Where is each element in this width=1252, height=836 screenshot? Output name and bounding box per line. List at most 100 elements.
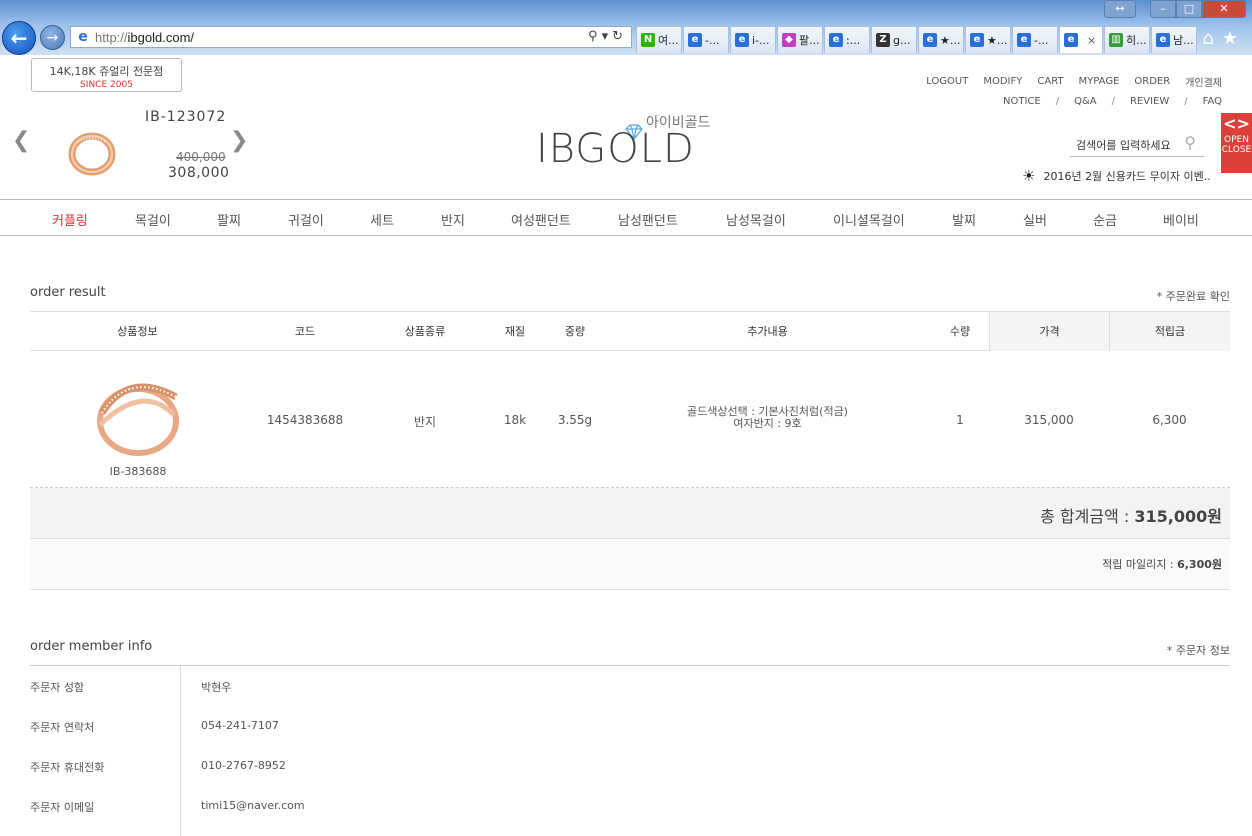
top-menu-link[interactable]: MODIFY [983,76,1022,87]
chevron-left-icon[interactable]: ❮ [12,128,30,153]
top-menu-row-2: NOTICE / Q&A / REVIEW / FAQ [911,91,1222,111]
nav-item[interactable]: 팔찌 [217,210,241,229]
top-menu-link[interactable]: Q&A [1074,96,1097,107]
col-code: 코드 [294,325,316,338]
top-menu-row-1: LOGOUT MODIFY CART MYPAGE ORDER 개인결제 [911,71,1222,91]
nav-item[interactable]: 베이비 [1163,210,1199,229]
top-menu-link[interactable]: ORDER [1134,76,1170,87]
nav-item[interactable]: 남성팬던트 [618,210,678,229]
nav-item[interactable]: 여성팬던트 [511,210,571,229]
ie-page-icon: e [735,33,749,47]
browser-tab[interactable]: ▥ 히... [1104,26,1150,53]
top-menu-link[interactable]: FAQ [1203,96,1222,107]
close-tab-icon[interactable]: × [1087,34,1096,47]
member-row: 주문자 휴대전화 010-2767-8952 [30,746,1230,786]
search-box[interactable]: 검색어를 입력하세요 ⚲ [1070,133,1204,157]
url-protocol: http:// [95,29,128,45]
member-row: 주문자 성함 박현우 [30,666,1230,706]
col-type: 상품종류 [404,325,446,338]
search-input[interactable]: 검색어를 입력하세요 [1070,137,1171,153]
nav-item[interactable]: 실버 [1023,210,1047,229]
notice-ticker[interactable]: ☀ 2016년 2월 신용카드 무이자 이벤.. [1022,167,1211,185]
url-text[interactable]: http://ibgold.com/ [95,30,194,45]
top-menu-link[interactable]: MYPAGE [1079,76,1120,87]
browser-tab-label: -... [705,33,720,47]
top-menu-link[interactable]: 개인결제 [1185,74,1222,89]
member-info-title: order member info [30,639,153,654]
minimize-button[interactable]: – [1150,0,1176,18]
site-logo[interactable]: 아이비골드 IBGOLD [536,112,716,172]
item-price: 315,000 [1024,413,1074,427]
browser-tab[interactable]: e -... [683,26,729,53]
close-button[interactable]: ✕ [1202,0,1246,18]
product-ring-image[interactable] [88,363,188,463]
favorites-star-icon[interactable]: ★ [1222,28,1246,49]
top-menu-link[interactable]: LOGOUT [926,76,968,87]
item-material: 18k [503,413,527,427]
member-label: 주문자 이메일 [30,801,95,814]
promo-ring-image[interactable] [64,120,120,180]
col-material: 재질 [504,325,526,338]
nav-item[interactable]: 반지 [441,210,465,229]
col-product-info: 상품정보 [117,325,158,338]
promo-code[interactable]: IB-123072 [145,109,226,125]
nav-item[interactable]: 발찌 [952,210,976,229]
nav-item[interactable]: 목걸이 [135,210,171,229]
search-icon[interactable]: ⚲ [1184,133,1196,152]
nav-item[interactable]: 세트 [370,210,394,229]
side-tab-close: CLOSE [1221,145,1252,155]
top-menu-link[interactable]: REVIEW [1130,96,1169,107]
browser-tab[interactable]: e ★... [918,26,964,53]
refresh-icon[interactable]: ↻ [612,29,627,44]
forward-button[interactable]: → [40,25,65,50]
total-value: 315,000원 [1134,507,1222,526]
browser-tab-label: ★... [987,33,1008,47]
browser-tab[interactable]: N 여... [636,26,682,53]
notice-text[interactable]: 2016년 2월 신용카드 무이자 이벤.. [1043,168,1210,184]
member-row: 주문자 이메일 timi15@naver.com [30,786,1230,826]
browser-tab[interactable]: e -... [1012,26,1058,53]
address-tools[interactable]: ⚲▾↻ [588,29,627,44]
ie-page-icon: e [688,33,702,47]
resize-icon[interactable]: ↔ [1104,0,1136,18]
shop-badge[interactable]: 14K,18K 쥬얼리 전문점 SINCE 2005 [31,58,182,92]
nav-item[interactable]: 귀걸이 [288,210,324,229]
browser-tab[interactable]: ◆ 팔... [777,26,823,53]
browser-tab[interactable]: Zg... [871,26,917,53]
back-button[interactable]: ← [2,21,36,55]
browser-tab[interactable]: e × [1059,26,1103,53]
item-weight: 3.55g [557,413,593,427]
address-bar[interactable]: e http://ibgold.com/ ⚲▾↻ [70,26,632,48]
nav-item[interactable]: 순금 [1093,210,1117,229]
chevron-right-icon[interactable]: ❯ [230,128,248,153]
browser-tab-label: ★... [940,33,961,47]
side-tab-open: OPEN [1224,135,1249,145]
table-header: 상품정보 코드 상품종류 재질 중량 추가내용 수량 가격 적립금 [30,311,1230,351]
quick-panel-toggle[interactable]: <> OPEN CLOSE [1221,113,1252,173]
item-option-size: 여자반지 : 9호 [733,417,802,430]
col-options: 추가내용 [747,325,788,338]
nav-item[interactable]: 커플링 [52,210,88,229]
product-code[interactable]: IB-383688 [88,465,188,478]
home-icon[interactable]: ⌂ [1202,28,1221,49]
lightbulb-icon: ☀ [1022,167,1036,185]
maximize-button[interactable]: □ [1176,0,1202,18]
top-menu-link[interactable]: NOTICE [1003,96,1041,107]
member-value: 010-2767-8952 [201,759,286,772]
search-icon[interactable]: ⚲ [588,29,602,44]
ie-page-icon: e [970,33,984,47]
total-label: 총 합계금액 : [1040,507,1135,526]
browser-tab[interactable]: e 남... [1151,26,1197,53]
browser-tab[interactable]: e:... [824,26,870,53]
item-points: 6,300 [1152,413,1187,427]
top-menu-link[interactable]: CART [1037,76,1063,87]
ie-page-icon: e [1017,33,1031,47]
item-options: 골드색상선택 : 기본사진처럼(적금) 여자반지 : 9호 [605,406,930,430]
nav-item[interactable]: 남성목걸이 [726,210,786,229]
chevron-down-icon[interactable]: ▾ [602,29,613,44]
nav-item[interactable]: 이니셜목걸이 [833,210,905,229]
member-info-table: 주문자 성함 박현우 주문자 연락처 054-241-7107 주문자 휴대전화 010-… [30,665,1230,836]
browser-tab[interactable]: e i-... [730,26,776,53]
mileage-row: 적립 마일리지 : 6,300원 [30,539,1230,590]
browser-tab[interactable]: e ★... [965,26,1011,53]
